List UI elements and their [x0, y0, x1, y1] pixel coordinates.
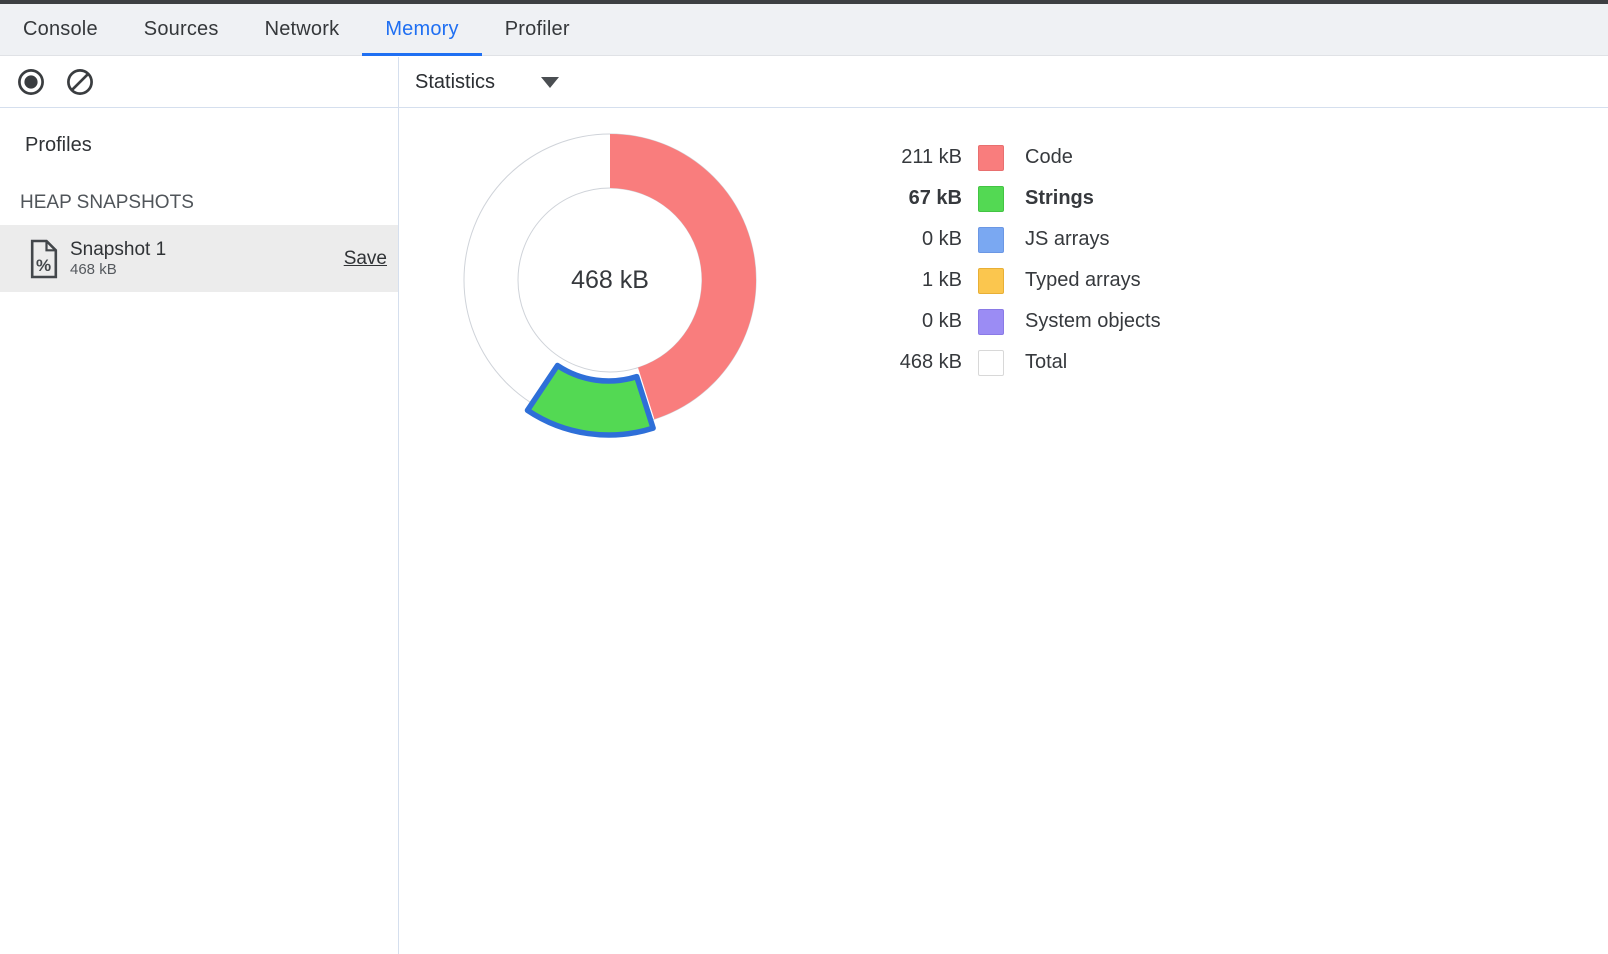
- statistics-panel: 468 kB 211 kB Code 67 kB Strings 0 kB JS…: [400, 108, 1608, 954]
- sidebar-title: Profiles: [25, 134, 92, 157]
- tab-sources[interactable]: Sources: [121, 4, 242, 55]
- legend-value: 0 kB: [862, 228, 962, 251]
- record-button[interactable]: [15, 66, 47, 98]
- snapshot-size: 468 kB: [70, 261, 166, 279]
- perspective-select-value: Statistics: [415, 71, 495, 94]
- perspective-select[interactable]: Statistics: [415, 57, 559, 107]
- legend-value: 468 kB: [862, 351, 962, 374]
- legend-label: JS arrays: [1025, 228, 1109, 251]
- legend-row-typed-arrays[interactable]: 1 kB Typed arrays: [862, 260, 1161, 301]
- legend-label: Code: [1025, 146, 1073, 169]
- legend-value: 0 kB: [862, 310, 962, 333]
- system-objects-swatch-icon: [978, 309, 1004, 335]
- snapshot-list-item[interactable]: % Snapshot 1 468 kB Save: [0, 225, 398, 292]
- legend-row-js-arrays[interactable]: 0 kB JS arrays: [862, 219, 1161, 260]
- tab-console[interactable]: Console: [0, 4, 121, 55]
- legend-row-system-objects[interactable]: 0 kB System objects: [862, 301, 1161, 342]
- tab-memory[interactable]: Memory: [362, 4, 481, 55]
- dropdown-arrow-icon: [541, 77, 559, 88]
- clear-button[interactable]: [64, 66, 96, 98]
- heap-statistics-donut-chart: 468 kB: [440, 110, 800, 455]
- memory-toolbar: Statistics: [0, 57, 1608, 108]
- legend-label: Total: [1025, 351, 1067, 374]
- js-arrays-swatch-icon: [978, 227, 1004, 253]
- strings-swatch-icon: [978, 186, 1004, 212]
- total-swatch-icon: [978, 350, 1004, 376]
- profiles-sidebar: Profiles HEAP SNAPSHOTS % Snapshot 1 468…: [0, 108, 399, 954]
- code-swatch-icon: [978, 145, 1004, 171]
- chart-legend: 211 kB Code 67 kB Strings 0 kB JS arrays…: [862, 137, 1161, 383]
- svg-text:%: %: [36, 256, 51, 275]
- legend-row-code[interactable]: 211 kB Code: [862, 137, 1161, 178]
- legend-row-total[interactable]: 468 kB Total: [862, 342, 1161, 383]
- save-link[interactable]: Save: [344, 248, 387, 270]
- legend-value: 67 kB: [862, 187, 962, 210]
- snapshot-name: Snapshot 1: [70, 238, 166, 261]
- legend-label: Strings: [1025, 187, 1094, 210]
- donut-center-label: 468 kB: [571, 266, 649, 294]
- heap-snapshot-document-icon: %: [29, 239, 59, 279]
- toolbar-divider: [398, 57, 399, 107]
- tab-network[interactable]: Network: [242, 4, 363, 55]
- legend-value: 1 kB: [862, 269, 962, 292]
- legend-label: Typed arrays: [1025, 269, 1141, 292]
- heap-snapshots-section-title: HEAP SNAPSHOTS: [20, 192, 194, 214]
- legend-label: System objects: [1025, 310, 1161, 333]
- record-icon: [16, 67, 46, 97]
- typed-arrays-swatch-icon: [978, 268, 1004, 294]
- devtools-tabbar: Console Sources Network Memory Profiler: [0, 4, 1608, 56]
- legend-row-strings[interactable]: 67 kB Strings: [862, 178, 1161, 219]
- clear-icon: [65, 67, 95, 97]
- legend-value: 211 kB: [862, 146, 962, 169]
- tab-profiler[interactable]: Profiler: [482, 4, 593, 55]
